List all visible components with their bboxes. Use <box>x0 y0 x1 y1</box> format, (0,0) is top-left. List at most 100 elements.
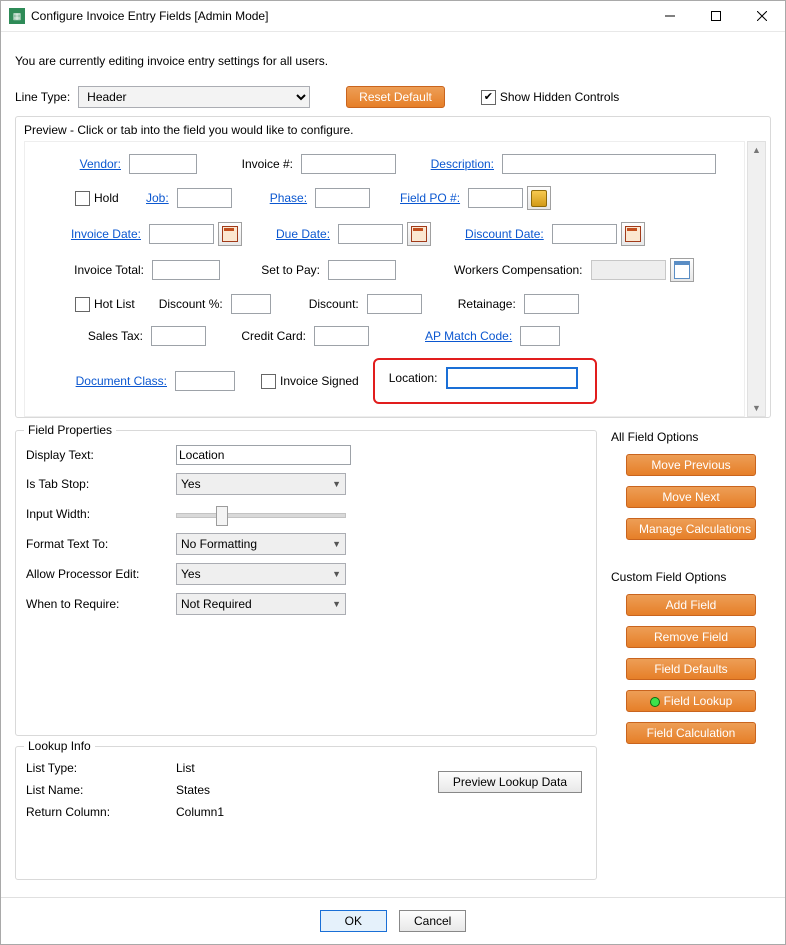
workers-comp-button[interactable] <box>670 258 694 282</box>
status-led-icon <box>650 697 660 707</box>
move-previous-button[interactable]: Move Previous <box>626 454 756 476</box>
vendor-input[interactable] <box>129 154 197 174</box>
maximize-button[interactable] <box>693 1 739 31</box>
field-lookup-button[interactable]: Field Lookup <box>626 690 756 712</box>
phase-input[interactable] <box>315 188 370 208</box>
invoice-date-picker-button[interactable] <box>218 222 242 246</box>
add-field-button[interactable]: Add Field <box>626 594 756 616</box>
format-text-value: No Formatting <box>181 537 257 551</box>
invoice-number-label: Invoice #: <box>235 157 293 171</box>
description-label[interactable]: Description: <box>424 157 494 171</box>
main-window: ▦ Configure Invoice Entry Fields [Admin … <box>0 0 786 945</box>
phase-label[interactable]: Phase: <box>270 191 307 205</box>
chevron-down-icon: ▼ <box>332 599 341 609</box>
remove-field-button[interactable]: Remove Field <box>626 626 756 648</box>
when-to-require-select[interactable]: Not Required ▼ <box>176 593 346 615</box>
credit-card-label: Credit Card: <box>234 329 306 343</box>
due-date-label[interactable]: Due Date: <box>276 227 330 241</box>
title-bar: ▦ Configure Invoice Entry Fields [Admin … <box>1 1 785 32</box>
close-button[interactable] <box>739 1 785 31</box>
job-input[interactable] <box>177 188 232 208</box>
preview-lookup-data-button[interactable]: Preview Lookup Data <box>438 771 582 793</box>
line-type-select[interactable]: Header <box>78 86 310 108</box>
discount-pct-input[interactable] <box>231 294 271 314</box>
invoice-signed-checkbox[interactable]: Invoice Signed <box>261 374 359 389</box>
allow-processor-edit-select[interactable]: Yes ▼ <box>176 563 346 585</box>
when-to-require-label: When to Require: <box>26 597 176 611</box>
format-text-select[interactable]: No Formatting ▼ <box>176 533 346 555</box>
ap-match-code-label[interactable]: AP Match Code: <box>425 329 512 343</box>
database-icon <box>531 190 547 207</box>
vendor-label[interactable]: Vendor: <box>31 157 121 171</box>
input-width-slider[interactable] <box>176 503 346 525</box>
hold-checkbox[interactable]: Hold <box>75 191 119 206</box>
field-po-input[interactable] <box>468 188 523 208</box>
format-text-label: Format Text To: <box>26 537 176 551</box>
calendar-icon <box>411 226 427 242</box>
set-to-pay-label: Set to Pay: <box>258 263 320 277</box>
checkbox-empty-icon <box>75 191 90 206</box>
slider-thumb[interactable] <box>216 506 228 526</box>
discount-label: Discount: <box>309 297 359 311</box>
ap-match-code-input[interactable] <box>520 326 560 346</box>
checkbox-checked-icon: ✔ <box>481 90 496 105</box>
all-field-options-title: All Field Options <box>611 430 698 444</box>
app-icon: ▦ <box>9 8 25 24</box>
discount-date-picker-button[interactable] <box>621 222 645 246</box>
document-class-label[interactable]: Document Class: <box>31 374 167 388</box>
invoice-total-input[interactable] <box>152 260 220 280</box>
when-to-require-value: Not Required <box>181 597 252 611</box>
intro-text: You are currently editing invoice entry … <box>15 54 771 68</box>
document-class-input[interactable] <box>175 371 235 391</box>
job-label[interactable]: Job: <box>141 191 169 205</box>
preview-scrollbar[interactable]: ▲ ▼ <box>747 141 766 417</box>
invoice-total-label: Invoice Total: <box>31 263 144 277</box>
field-calculation-button[interactable]: Field Calculation <box>626 722 756 744</box>
credit-card-input[interactable] <box>314 326 369 346</box>
manage-calculations-button[interactable]: Manage Calculations <box>626 518 756 540</box>
hold-label: Hold <box>94 191 119 205</box>
description-input[interactable] <box>502 154 716 174</box>
location-highlight: Location: <box>373 358 598 404</box>
dialog-footer: OK Cancel <box>1 897 785 944</box>
invoice-date-label[interactable]: Invoice Date: <box>31 227 141 241</box>
display-text-input[interactable] <box>176 445 351 465</box>
cancel-button[interactable]: Cancel <box>399 910 466 932</box>
custom-field-options-title: Custom Field Options <box>611 570 726 584</box>
list-name-label: List Name: <box>26 783 176 797</box>
location-input[interactable] <box>447 368 577 388</box>
workers-comp-label: Workers Compensation: <box>454 263 583 277</box>
move-next-button[interactable]: Move Next <box>626 486 756 508</box>
calendar-icon <box>625 226 641 242</box>
field-properties-group: Field Properties Display Text: Is Tab St… <box>15 430 597 736</box>
minimize-button[interactable] <box>647 1 693 31</box>
field-properties-title: Field Properties <box>24 423 116 437</box>
scroll-up-icon: ▲ <box>748 142 765 158</box>
reset-default-button[interactable]: Reset Default <box>346 86 445 108</box>
sales-tax-input[interactable] <box>151 326 206 346</box>
ok-button[interactable]: OK <box>320 910 387 932</box>
is-tab-stop-select[interactable]: Yes ▼ <box>176 473 346 495</box>
set-to-pay-input[interactable] <box>328 260 396 280</box>
clipboard-icon <box>674 261 690 279</box>
show-hidden-controls-checkbox[interactable]: ✔ Show Hidden Controls <box>481 90 619 105</box>
field-po-lookup-button[interactable] <box>527 186 551 210</box>
chevron-down-icon: ▼ <box>332 479 341 489</box>
due-date-input[interactable] <box>338 224 403 244</box>
discount-input[interactable] <box>367 294 422 314</box>
hot-list-label: Hot List <box>94 297 135 311</box>
scroll-down-icon: ▼ <box>748 400 765 416</box>
discount-date-input[interactable] <box>552 224 617 244</box>
hot-list-checkbox[interactable]: Hot List <box>75 297 135 312</box>
list-type-value: List <box>176 761 195 775</box>
list-name-value: States <box>176 783 210 797</box>
discount-date-label[interactable]: Discount Date: <box>465 227 544 241</box>
close-icon <box>757 11 767 21</box>
field-po-label[interactable]: Field PO #: <box>398 191 460 205</box>
invoice-date-input[interactable] <box>149 224 214 244</box>
retainage-input[interactable] <box>524 294 579 314</box>
input-width-label: Input Width: <box>26 507 176 521</box>
invoice-number-input[interactable] <box>301 154 396 174</box>
field-defaults-button[interactable]: Field Defaults <box>626 658 756 680</box>
due-date-picker-button[interactable] <box>407 222 431 246</box>
